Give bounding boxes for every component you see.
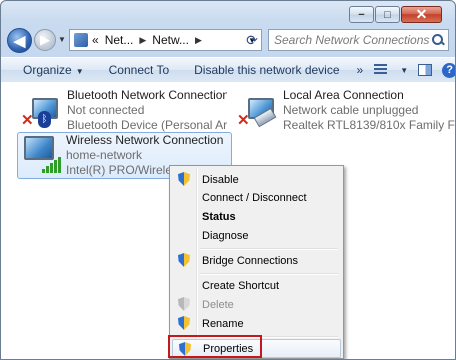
preview-pane-icon[interactable] xyxy=(418,64,433,76)
highlight-annotation-box xyxy=(168,335,262,358)
view-controls: ▼ ? xyxy=(374,62,455,78)
connection-name: Local Area Connection xyxy=(283,88,404,102)
search-icon[interactable] xyxy=(432,34,444,46)
connection-name: Wireless Network Connection xyxy=(66,133,224,147)
more-commands-button[interactable]: » xyxy=(351,63,375,77)
uac-shield-icon xyxy=(178,172,190,186)
connection-status: Not connected xyxy=(67,103,145,117)
context-menu: Disable Connect / Disconnect Status Diag… xyxy=(169,165,344,359)
signal-strength-icon xyxy=(42,157,61,173)
breadcrumb-separator-icon[interactable]: ▶ xyxy=(139,35,146,46)
command-bar: Organize ▼ Connect To Disable this networ… xyxy=(1,57,455,83)
menu-separator xyxy=(200,248,338,250)
recent-pages-dropdown[interactable]: ▼ xyxy=(58,35,66,44)
breadcrumb-item[interactable]: Netw... xyxy=(152,33,189,47)
network-folder-icon xyxy=(74,33,88,47)
menu-item-create-shortcut[interactable]: Create Shortcut xyxy=(172,276,341,295)
menu-item-status[interactable]: Status xyxy=(172,207,341,226)
minimize-button[interactable]: − xyxy=(349,6,374,23)
forward-button[interactable]: ▶ xyxy=(34,29,56,51)
maximize-button[interactable]: □ xyxy=(375,6,400,23)
back-button[interactable]: ◀ xyxy=(7,28,32,53)
disable-device-button[interactable]: Disable this network device xyxy=(180,63,350,77)
refresh-icon[interactable]: ⟳ xyxy=(241,29,263,51)
disconnected-x-icon: ✕ xyxy=(21,112,34,129)
connect-to-button[interactable]: Connect To xyxy=(95,63,181,77)
connection-status: home-network xyxy=(66,148,143,162)
caption-buttons: − □ ✕ xyxy=(349,6,442,23)
menu-item-diagnose[interactable]: Diagnose xyxy=(172,226,341,245)
uac-shield-icon xyxy=(178,316,190,330)
organize-button[interactable]: Organize ▼ xyxy=(1,63,95,77)
network-adapter-icon: ✕ ᛒ xyxy=(19,88,63,128)
menu-item-disable[interactable]: Disable xyxy=(172,170,341,189)
address-overflow[interactable]: « xyxy=(92,33,99,47)
explorer-window: − □ ✕ ◀ ▶ ▼ « Net... ▶ Netw... ▶ ▼ ⟳ Sea… xyxy=(0,0,456,360)
search-input[interactable]: Search Network Connections xyxy=(268,29,449,51)
list-item[interactable]: ✕ Local Area Connection Network cable un… xyxy=(235,88,455,132)
menu-separator xyxy=(200,273,338,275)
connection-device: Realtek RTL8139/810x Family Fast ... xyxy=(283,118,455,132)
breadcrumb-separator-icon[interactable]: ▶ xyxy=(195,35,202,46)
connection-name: Bluetooth Network Connection xyxy=(67,88,227,102)
connection-status: Network cable unplugged xyxy=(283,103,419,117)
menu-item-delete: Delete xyxy=(172,295,341,314)
close-button[interactable]: ✕ xyxy=(401,6,442,23)
chevron-down-icon: ▼ xyxy=(75,67,84,76)
list-item[interactable]: ✕ ᛒ Bluetooth Network Connection Not con… xyxy=(19,88,229,132)
help-icon[interactable]: ? xyxy=(442,62,455,78)
breadcrumb-item[interactable]: Net... xyxy=(105,33,134,47)
uac-shield-icon xyxy=(178,297,190,311)
menu-item-rename[interactable]: Rename xyxy=(172,314,341,333)
menu-item-bridge-connections[interactable]: Bridge Connections xyxy=(172,251,341,270)
network-adapter-icon: ✕ xyxy=(235,88,279,128)
search-placeholder: Search Network Connections xyxy=(274,33,430,47)
network-adapter-icon xyxy=(18,133,62,173)
address-bar[interactable]: « Net... ▶ Netw... ▶ ▼ xyxy=(69,29,262,51)
connection-device: Bluetooth Device (Personal Area ... xyxy=(67,118,227,132)
bluetooth-icon: ᛒ xyxy=(38,111,51,128)
change-view-icon[interactable] xyxy=(374,63,390,77)
chevron-down-icon[interactable]: ▼ xyxy=(400,66,408,75)
menu-item-connect-disconnect[interactable]: Connect / Disconnect xyxy=(172,188,341,207)
disconnected-x-icon: ✕ xyxy=(237,112,250,129)
uac-shield-icon xyxy=(178,253,190,267)
